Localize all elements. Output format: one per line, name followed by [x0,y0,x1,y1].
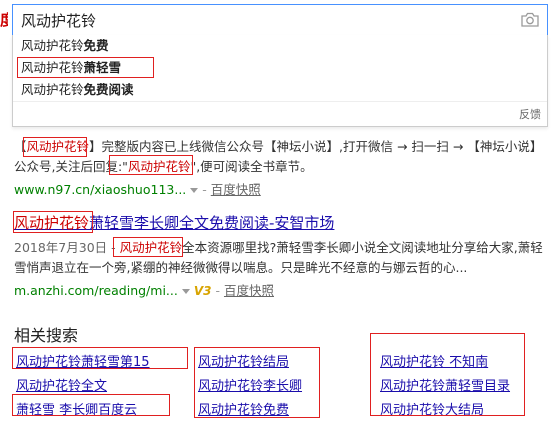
related-link[interactable]: 风动护花铃全文 [16,375,107,394]
highlight-box [12,394,170,416]
related-searches-heading: 相关搜索 [14,326,79,345]
result-url[interactable]: www.n97.cn/xiaoshuo113... [14,182,186,197]
highlight-box [23,137,87,157]
suggestion-item[interactable]: 风动护花铃免费 [21,35,109,57]
camera-icon[interactable] [521,12,539,27]
highlight-box [109,155,193,175]
highlight-box [13,211,93,233]
result-snippet: 【风动护花铃】完整版内容已上线微信公众号【神坛小说】,打开微信 → 扫一扫 → … [14,139,543,174]
search-box[interactable] [12,4,548,36]
dropdown-arrow-icon[interactable] [181,289,190,294]
suggestion-suffix: 免费 [83,38,109,53]
highlight-box [370,333,525,416]
highlight-box [194,347,320,418]
suggestion-suffix: 免费阅读 [83,82,134,97]
highlight-box [17,57,154,78]
logo-fragment: 度 [0,11,8,29]
result-url-line: www.n97.cn/xiaoshuo113... - 百度快照 [14,182,261,197]
search-input[interactable] [21,5,501,35]
highlight-box [113,237,183,257]
result-url-line: m.anzhi.com/reading/mi... V3 - 百度快照 [14,283,274,298]
snapshot-link[interactable]: 百度快照 [224,283,274,298]
result-snippet: 2018年7月30日 - 风动护花铃全本资源哪里找?萧轻雪李长卿小说全文阅读地址… [14,240,543,275]
dropdown-divider [13,101,547,102]
suggestion-prefix: 风动护花铃 [21,82,84,97]
v3-badge: V3 [193,284,212,298]
highlight-box [12,347,188,369]
snapshot-link[interactable]: 百度快照 [211,182,261,197]
feedback-link[interactable]: 反馈 [519,106,541,122]
suggestion-item[interactable]: 风动护花铃免费阅读 [21,79,134,101]
suggestion-dropdown: 风动护花铃免费 风动护花铃萧轻雪 风动护花铃免费阅读 反馈 [12,35,548,127]
result-url[interactable]: m.anzhi.com/reading/mi... [14,283,178,298]
result-date: 2018年7月30日 - [14,240,120,255]
suggestion-prefix: 风动护花铃 [21,38,84,53]
dropdown-arrow-icon[interactable] [190,188,199,193]
